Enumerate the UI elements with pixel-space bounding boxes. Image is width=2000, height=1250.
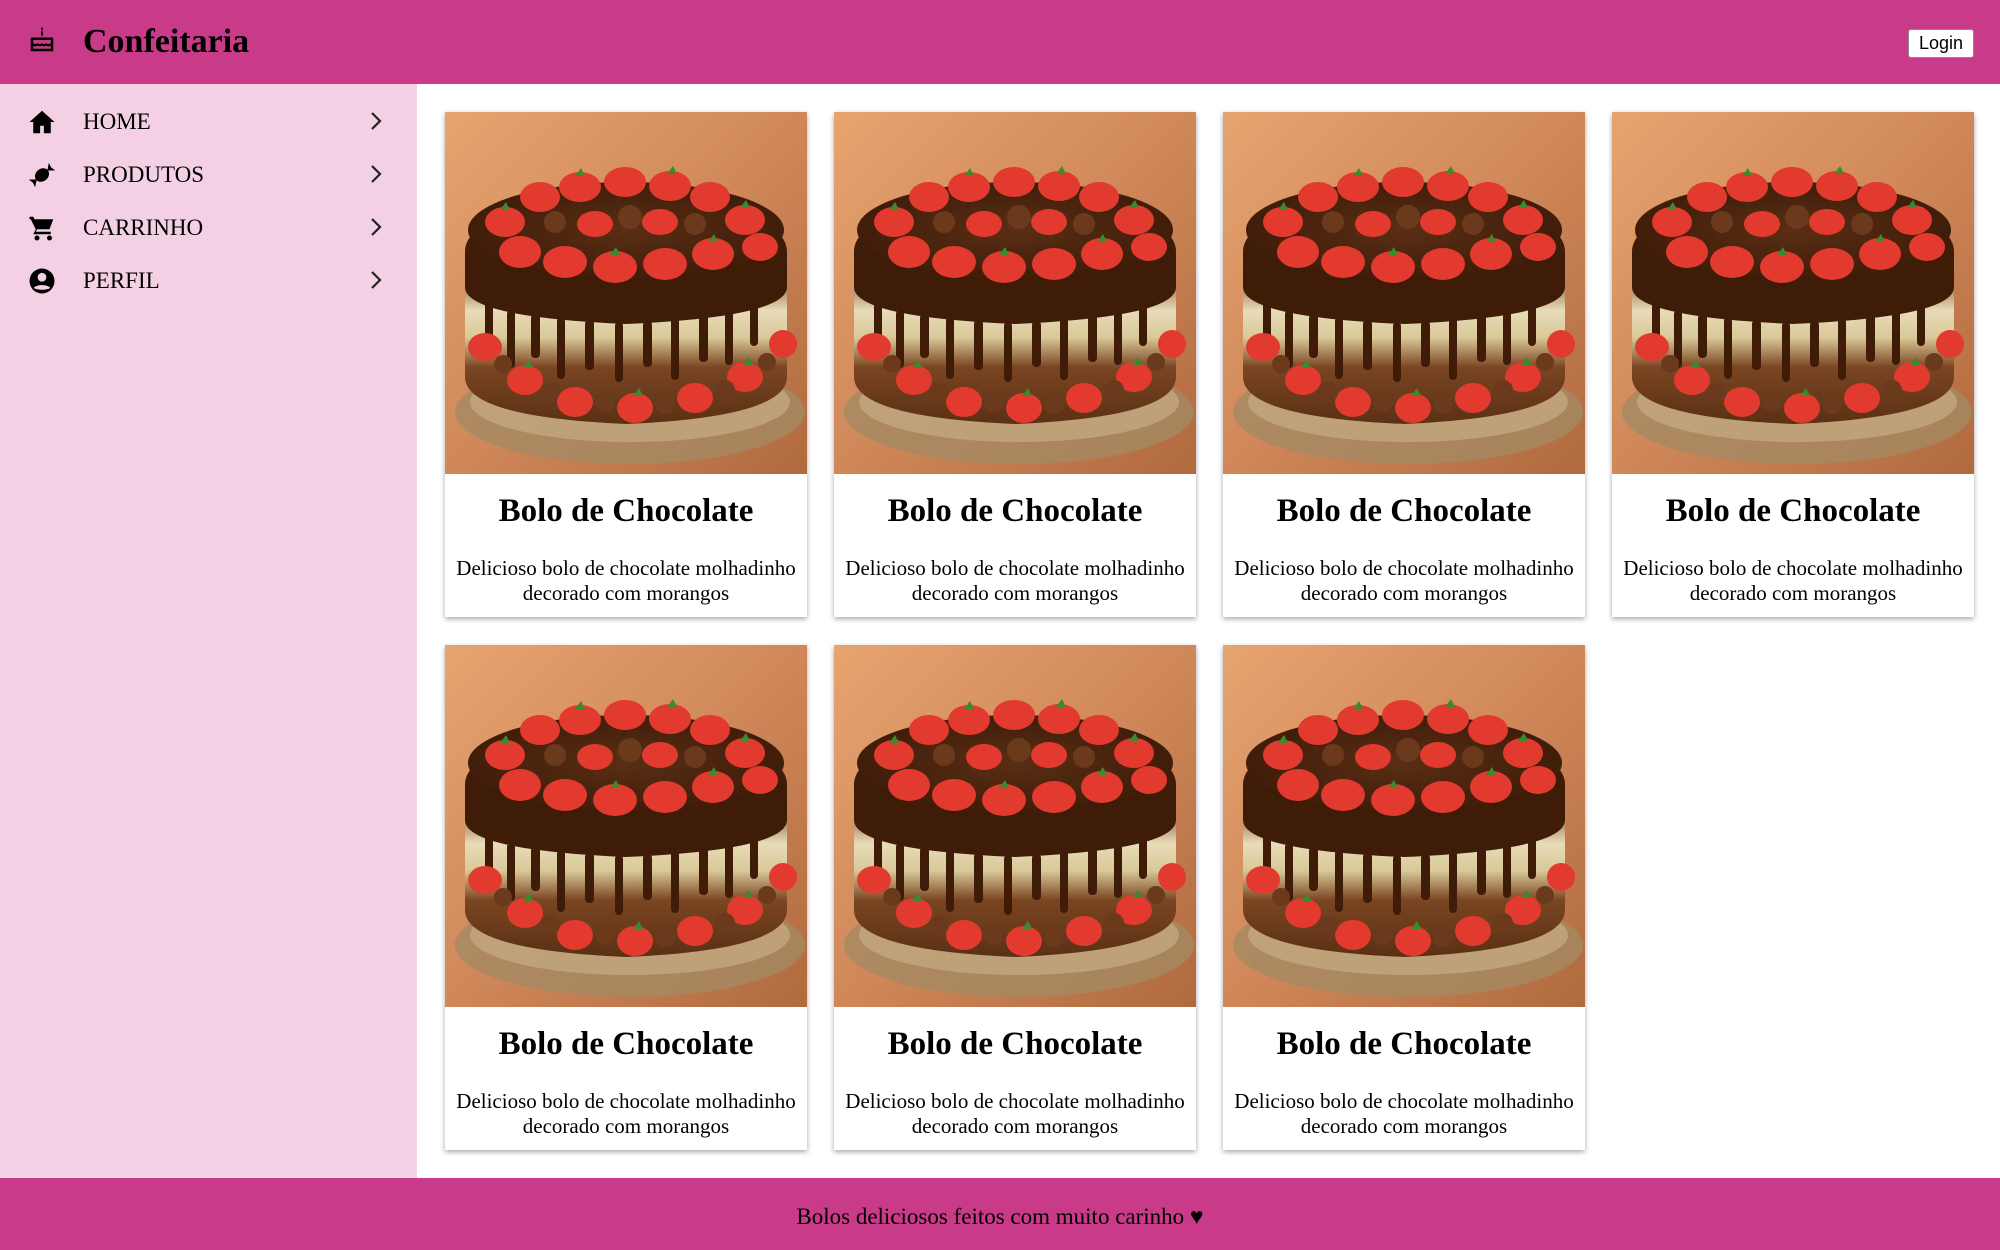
- product-image: [1223, 645, 1585, 1007]
- candy-icon: [28, 162, 56, 188]
- sidebar-item-label: CARRINHO: [83, 215, 204, 240]
- product-description: Delicioso bolo de chocolate molhadinho d…: [1234, 1089, 1574, 1138]
- brand-title: Confeitaria: [83, 23, 250, 60]
- product-title: Bolo de Chocolate: [1276, 1026, 1532, 1062]
- product-description: Delicioso bolo de chocolate molhadinho d…: [456, 556, 796, 605]
- app-footer: Bolos deliciosos feitos com muito carinh…: [0, 1178, 2000, 1250]
- cake-icon: [30, 26, 54, 52]
- product-title: Bolo de Chocolate: [887, 493, 1143, 529]
- product-title: Bolo de Chocolate: [498, 1026, 754, 1062]
- product-card[interactable]: Bolo de Chocolate Delicioso bolo de choc…: [1612, 112, 1974, 617]
- sidebar-item-produtos[interactable]: PRODUTOS: [0, 148, 417, 201]
- product-image: [834, 112, 1196, 474]
- sidebar-item-label: PERFIL: [83, 268, 160, 293]
- sidebar-item-label: PRODUTOS: [83, 162, 204, 187]
- product-card[interactable]: Bolo de Chocolate Delicioso bolo de choc…: [1223, 645, 1585, 1150]
- sidebar-item-home[interactable]: HOME: [0, 95, 417, 148]
- product-image: [445, 112, 807, 474]
- product-image: [1612, 112, 1974, 474]
- product-image: [834, 645, 1196, 1007]
- app-header: Confeitaria Login: [0, 0, 2000, 84]
- chevron-right-icon: [371, 112, 382, 130]
- product-description: Delicioso bolo de chocolate molhadinho d…: [456, 1089, 796, 1138]
- product-description: Delicioso bolo de chocolate molhadinho d…: [1623, 556, 1963, 605]
- sidebar: HOME PRODUTOS CARRINHO PERFIL: [0, 84, 417, 1178]
- product-image: [445, 645, 807, 1007]
- account-circle-icon: [29, 268, 55, 294]
- sidebar-item-perfil[interactable]: PERFIL: [0, 254, 417, 307]
- chevron-right-icon: [371, 165, 382, 183]
- product-image: [1223, 112, 1585, 474]
- product-title: Bolo de Chocolate: [887, 1026, 1143, 1062]
- footer-text: Bolos deliciosos feitos com muito carinh…: [796, 1204, 1204, 1229]
- product-title: Bolo de Chocolate: [1665, 493, 1921, 529]
- product-card[interactable]: Bolo de Chocolate Delicioso bolo de choc…: [834, 112, 1196, 617]
- product-title: Bolo de Chocolate: [1276, 493, 1532, 529]
- cart-icon: [29, 216, 54, 241]
- chevron-right-icon: [371, 271, 382, 289]
- product-card[interactable]: Bolo de Chocolate Delicioso bolo de choc…: [445, 112, 807, 617]
- product-card[interactable]: Bolo de Chocolate Delicioso bolo de choc…: [1223, 112, 1585, 617]
- product-description: Delicioso bolo de chocolate molhadinho d…: [845, 1089, 1185, 1138]
- product-description: Delicioso bolo de chocolate molhadinho d…: [1234, 556, 1574, 605]
- sidebar-item-carrinho[interactable]: CARRINHO: [0, 201, 417, 254]
- product-card[interactable]: Bolo de Chocolate Delicioso bolo de choc…: [834, 645, 1196, 1150]
- home-icon: [29, 110, 55, 134]
- product-title: Bolo de Chocolate: [498, 493, 754, 529]
- product-description: Delicioso bolo de chocolate molhadinho d…: [845, 556, 1185, 605]
- product-card[interactable]: Bolo de Chocolate Delicioso bolo de choc…: [445, 645, 807, 1150]
- sidebar-item-label: HOME: [83, 109, 151, 134]
- login-button[interactable]: Login: [1907, 29, 1974, 58]
- chevron-right-icon: [371, 218, 382, 236]
